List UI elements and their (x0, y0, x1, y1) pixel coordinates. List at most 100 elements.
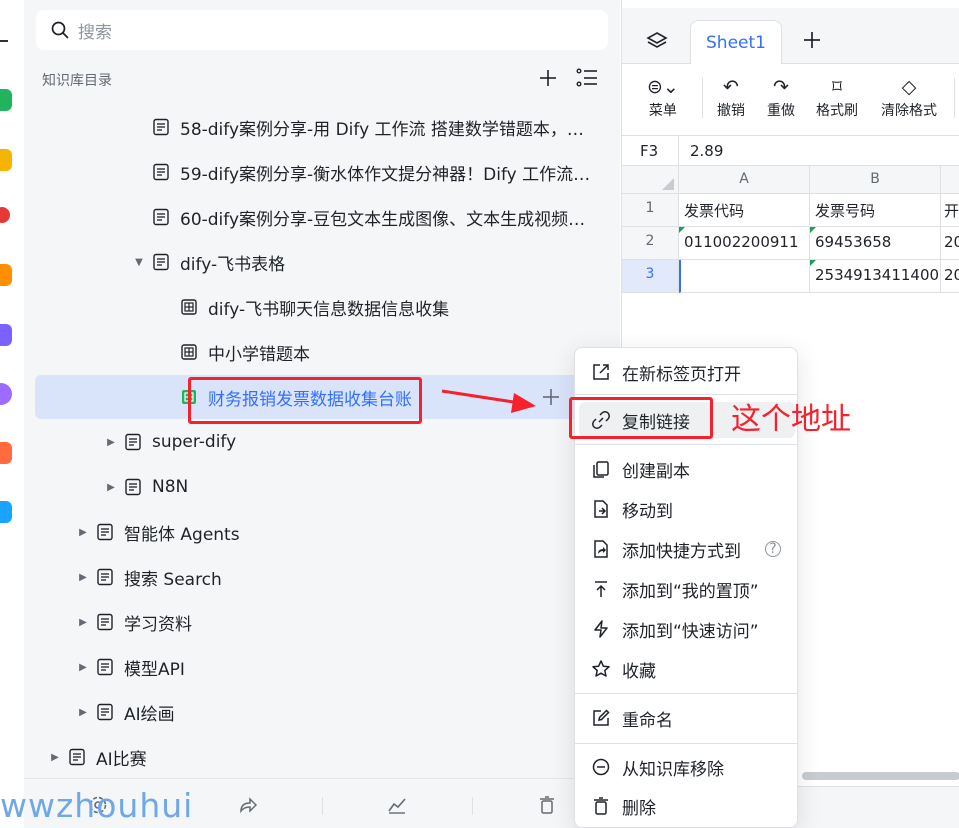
tree-item[interactable]: 60-dify案例分享-豆包文本生成图像、文本生成视频… (35, 195, 608, 239)
watermark-text: wwzhouhui (0, 786, 194, 825)
expand-right-icon[interactable]: ▶ (76, 527, 90, 538)
rail-app-icon[interactable] (0, 383, 12, 405)
formula-divider (678, 136, 679, 166)
rail-app-icon[interactable] (0, 149, 12, 171)
tab-sheet1[interactable]: Sheet1 (690, 20, 782, 65)
menu-item-rename[interactable]: 重命名 (579, 700, 795, 736)
menu-item-open-new-tab[interactable]: 在新标签页打开 (579, 354, 795, 390)
menu-button[interactable]: ⊜⌄ 菜单 (647, 74, 679, 120)
row-header[interactable]: 2 (622, 227, 679, 260)
rail-app-icon[interactable] (0, 89, 12, 111)
doc-icon (125, 433, 141, 451)
table-cell[interactable]: 69453658 (810, 227, 941, 260)
rail-app-icon[interactable] (0, 264, 12, 286)
menu-item-favorite[interactable]: 收藏 (579, 651, 795, 687)
text-number-marker (810, 227, 816, 233)
bottom-divider (472, 797, 473, 815)
add-icon[interactable] (538, 68, 558, 88)
expand-right-icon[interactable]: ▶ (76, 707, 90, 718)
tree-item-label: 智能体 Agents (124, 524, 240, 545)
column-header[interactable]: A (679, 166, 810, 194)
formula-input[interactable]: 2.89 (690, 142, 723, 160)
rail-app-icon[interactable] (0, 501, 12, 523)
undo-icon: ↶ (723, 76, 739, 98)
tree-item-label: 59-dify案例分享-衡水体作文提分神器！Dify 工作流… (180, 164, 591, 185)
menu-item-quick-access[interactable]: 添加到“快速访问” (579, 611, 795, 647)
expand-right-icon[interactable]: ▶ (104, 482, 118, 493)
tree-item[interactable]: ▼ dify-飞书表格 (35, 240, 608, 284)
expand-right-icon[interactable]: ▶ (76, 572, 90, 583)
redo-button[interactable]: ↷ 重做 (767, 74, 795, 120)
menu-item-delete[interactable]: 删除 (579, 788, 795, 824)
analytics-icon[interactable] (387, 795, 407, 815)
rail-app-icon[interactable] (0, 324, 12, 346)
corner-cell[interactable] (622, 166, 679, 194)
layers-icon[interactable] (646, 30, 668, 52)
menu-item-move-to[interactable]: 移动到 (579, 491, 795, 527)
annotation-arrow (441, 389, 536, 413)
outline-list-icon[interactable] (576, 68, 598, 88)
horizontal-scrollbar[interactable] (802, 772, 959, 780)
menu-item-pin-top[interactable]: 添加到“我的置顶” (579, 571, 795, 607)
doc-icon (153, 253, 169, 271)
row-header-active[interactable]: 3 (622, 260, 679, 293)
expand-right-icon[interactable]: ▶ (76, 617, 90, 628)
menu-item-add-shortcut[interactable]: 添加快捷方式到 ? (579, 531, 795, 567)
table-cell[interactable]: 20 (941, 227, 959, 260)
tree-item[interactable]: ▶ AI比赛 (35, 735, 608, 779)
tree-item[interactable]: ▶ 搜索 Search (35, 555, 608, 599)
rail-app-icon[interactable] (0, 207, 10, 223)
format-painter-icon: ⌑ (832, 76, 842, 98)
menu-separator (575, 444, 797, 445)
table-cell[interactable]: 011002200911 (679, 227, 810, 260)
column-header[interactable]: B (810, 166, 941, 194)
expand-right-icon[interactable]: ▶ (76, 662, 90, 673)
rail-app-icon[interactable] (0, 442, 12, 464)
cell-reference[interactable]: F3 (640, 142, 658, 160)
expand-right-icon[interactable]: ▶ (48, 752, 62, 763)
tree-item[interactable]: dify-飞书聊天信息数据信息收集 (35, 285, 608, 329)
menu-separator (575, 743, 797, 744)
table-cell[interactable]: 20 (941, 260, 959, 293)
expand-down-icon[interactable]: ▼ (132, 257, 146, 268)
doc-icon (97, 613, 113, 631)
table-cell[interactable]: 发票号码 (810, 194, 941, 227)
trash-icon[interactable] (537, 795, 557, 815)
tree-item-label: 搜索 Search (124, 569, 222, 590)
share-icon[interactable] (238, 795, 258, 815)
doc-icon (97, 568, 113, 586)
row-header[interactable]: 1 (622, 194, 679, 227)
table-cell[interactable] (679, 260, 810, 293)
tree-item[interactable]: 中小学错题本 (35, 330, 608, 374)
tree-item[interactable]: ▶ N8N (35, 465, 608, 509)
format-painter-button[interactable]: ⌑ 格式刷 (816, 74, 858, 120)
tree-item[interactable]: ▶ 学习资料 (35, 600, 608, 644)
table-cell[interactable]: 25349134114000 (810, 260, 941, 293)
search-box[interactable]: 搜索 (36, 10, 608, 50)
tree-item[interactable]: ▶ AI绘画 (35, 690, 608, 734)
add-sheet-icon[interactable] (802, 30, 822, 50)
menu-item-duplicate[interactable]: 创建副本 (579, 451, 795, 487)
move-icon (594, 500, 608, 518)
menu-item-remove-from-library[interactable]: 从知识库移除 (579, 749, 795, 785)
tree-item[interactable]: ▶ 模型API (35, 645, 608, 689)
help-icon[interactable]: ? (765, 541, 781, 557)
table-cell[interactable]: 开 (941, 194, 959, 227)
shortcut-icon (594, 540, 608, 558)
clear-format-button[interactable]: ◇ 清除格式 (881, 74, 937, 120)
eraser-icon: ◇ (901, 76, 917, 98)
undo-button[interactable]: ↶ 撤销 (717, 74, 745, 120)
trash-icon (594, 797, 608, 815)
column-header[interactable] (941, 166, 959, 194)
tree-item[interactable]: ▶ 智能体 Agents (35, 510, 608, 554)
table-cell[interactable]: 发票代码 (679, 194, 810, 227)
tree-item[interactable]: 59-dify案例分享-衡水体作文提分神器！Dify 工作流… (35, 150, 608, 194)
expand-right-icon[interactable]: ▶ (104, 437, 118, 448)
redo-icon: ↷ (773, 76, 789, 98)
tree-item[interactable]: 58-dify案例分享-用 Dify 工作流 搭建数学错题本，… (35, 105, 608, 149)
add-child-icon[interactable] (542, 388, 560, 406)
tree-item[interactable]: ▶ super-dify (35, 420, 608, 464)
search-placeholder: 搜索 (78, 22, 112, 43)
sheet-tab-bar: Sheet1 (622, 8, 959, 65)
doc-icon (97, 703, 113, 721)
